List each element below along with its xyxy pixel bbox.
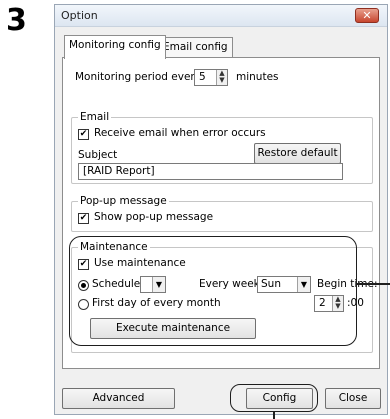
begin-minute-label: :00 xyxy=(347,297,364,309)
maintenance-group: Maintenance ✔ Use maintenance Schedule ▼… xyxy=(71,240,378,353)
show-popup-label: Show pop-up message xyxy=(94,211,214,223)
every-week-label: Every week xyxy=(199,278,260,290)
maintenance-group-legend: Maintenance xyxy=(78,240,150,254)
weekday-value: Sun xyxy=(261,278,281,290)
subject-label: Subject xyxy=(78,149,118,161)
schedule-radio[interactable] xyxy=(78,280,89,291)
config-callout-leader xyxy=(273,412,275,419)
popup-group: Pop-up message ✔ Show pop-up message xyxy=(71,194,373,232)
subject-input[interactable]: [RAID Report] xyxy=(78,163,343,180)
first-day-radio[interactable] xyxy=(78,299,89,310)
use-maintenance-checkbox[interactable]: ✔ xyxy=(78,259,89,270)
dialog-title: Option xyxy=(61,9,98,22)
tab-email-config[interactable]: Email config xyxy=(158,37,233,57)
first-day-label: First day of every month xyxy=(92,297,221,309)
monitoring-config-panel: Monitoring period every 5 ▲ ▼ minutes Em… xyxy=(62,57,380,369)
close-button[interactable]: Close xyxy=(325,388,381,409)
option-dialog: Option ✕ Monitoring config Email config … xyxy=(54,4,388,415)
step-number: 3 xyxy=(6,3,27,38)
monitoring-period-unit: minutes xyxy=(236,71,279,83)
use-maintenance-label: Use maintenance xyxy=(94,257,186,269)
title-bar: Option ✕ xyxy=(55,5,387,27)
tab-monitoring-config[interactable]: Monitoring config xyxy=(64,35,166,59)
receive-email-checkbox[interactable]: ✔ xyxy=(78,129,89,140)
spin-down-icon[interactable]: ▼ xyxy=(333,303,343,310)
email-group: Email ✔ Receive email when error occurs … xyxy=(71,110,373,184)
weekday-select[interactable]: Sun ▼ xyxy=(257,276,311,293)
email-group-legend: Email xyxy=(78,110,112,124)
config-button[interactable]: Config xyxy=(246,388,313,409)
receive-email-label: Receive email when error occurs xyxy=(94,127,266,139)
execute-maintenance-button[interactable]: Execute maintenance xyxy=(90,318,256,339)
monitoring-period-spinner[interactable]: 5 ▲ ▼ xyxy=(194,69,228,86)
maintenance-callout-leader xyxy=(357,283,390,285)
advanced-button[interactable]: Advanced xyxy=(62,388,175,409)
monitoring-period-value: 5 xyxy=(199,71,206,83)
schedule-type-select[interactable]: ▼ xyxy=(140,276,166,293)
restore-default-button[interactable]: Restore default xyxy=(254,143,341,164)
monitoring-period-label: Monitoring period every xyxy=(75,71,201,83)
begin-hour-value: 2 xyxy=(319,297,326,309)
chevron-down-icon[interactable]: ▼ xyxy=(297,277,310,292)
spin-arrows-icon[interactable]: ▲ ▼ xyxy=(332,296,343,311)
spin-arrows-icon[interactable]: ▲ ▼ xyxy=(216,70,227,85)
chevron-down-icon[interactable]: ▼ xyxy=(152,277,165,292)
begin-hour-spinner[interactable]: 2 ▲ ▼ xyxy=(314,295,344,312)
schedule-label: Schedule xyxy=(92,278,141,290)
show-popup-checkbox[interactable]: ✔ xyxy=(78,213,89,224)
close-icon[interactable]: ✕ xyxy=(355,8,379,23)
spin-down-icon[interactable]: ▼ xyxy=(217,77,227,84)
popup-group-legend: Pop-up message xyxy=(78,194,169,208)
